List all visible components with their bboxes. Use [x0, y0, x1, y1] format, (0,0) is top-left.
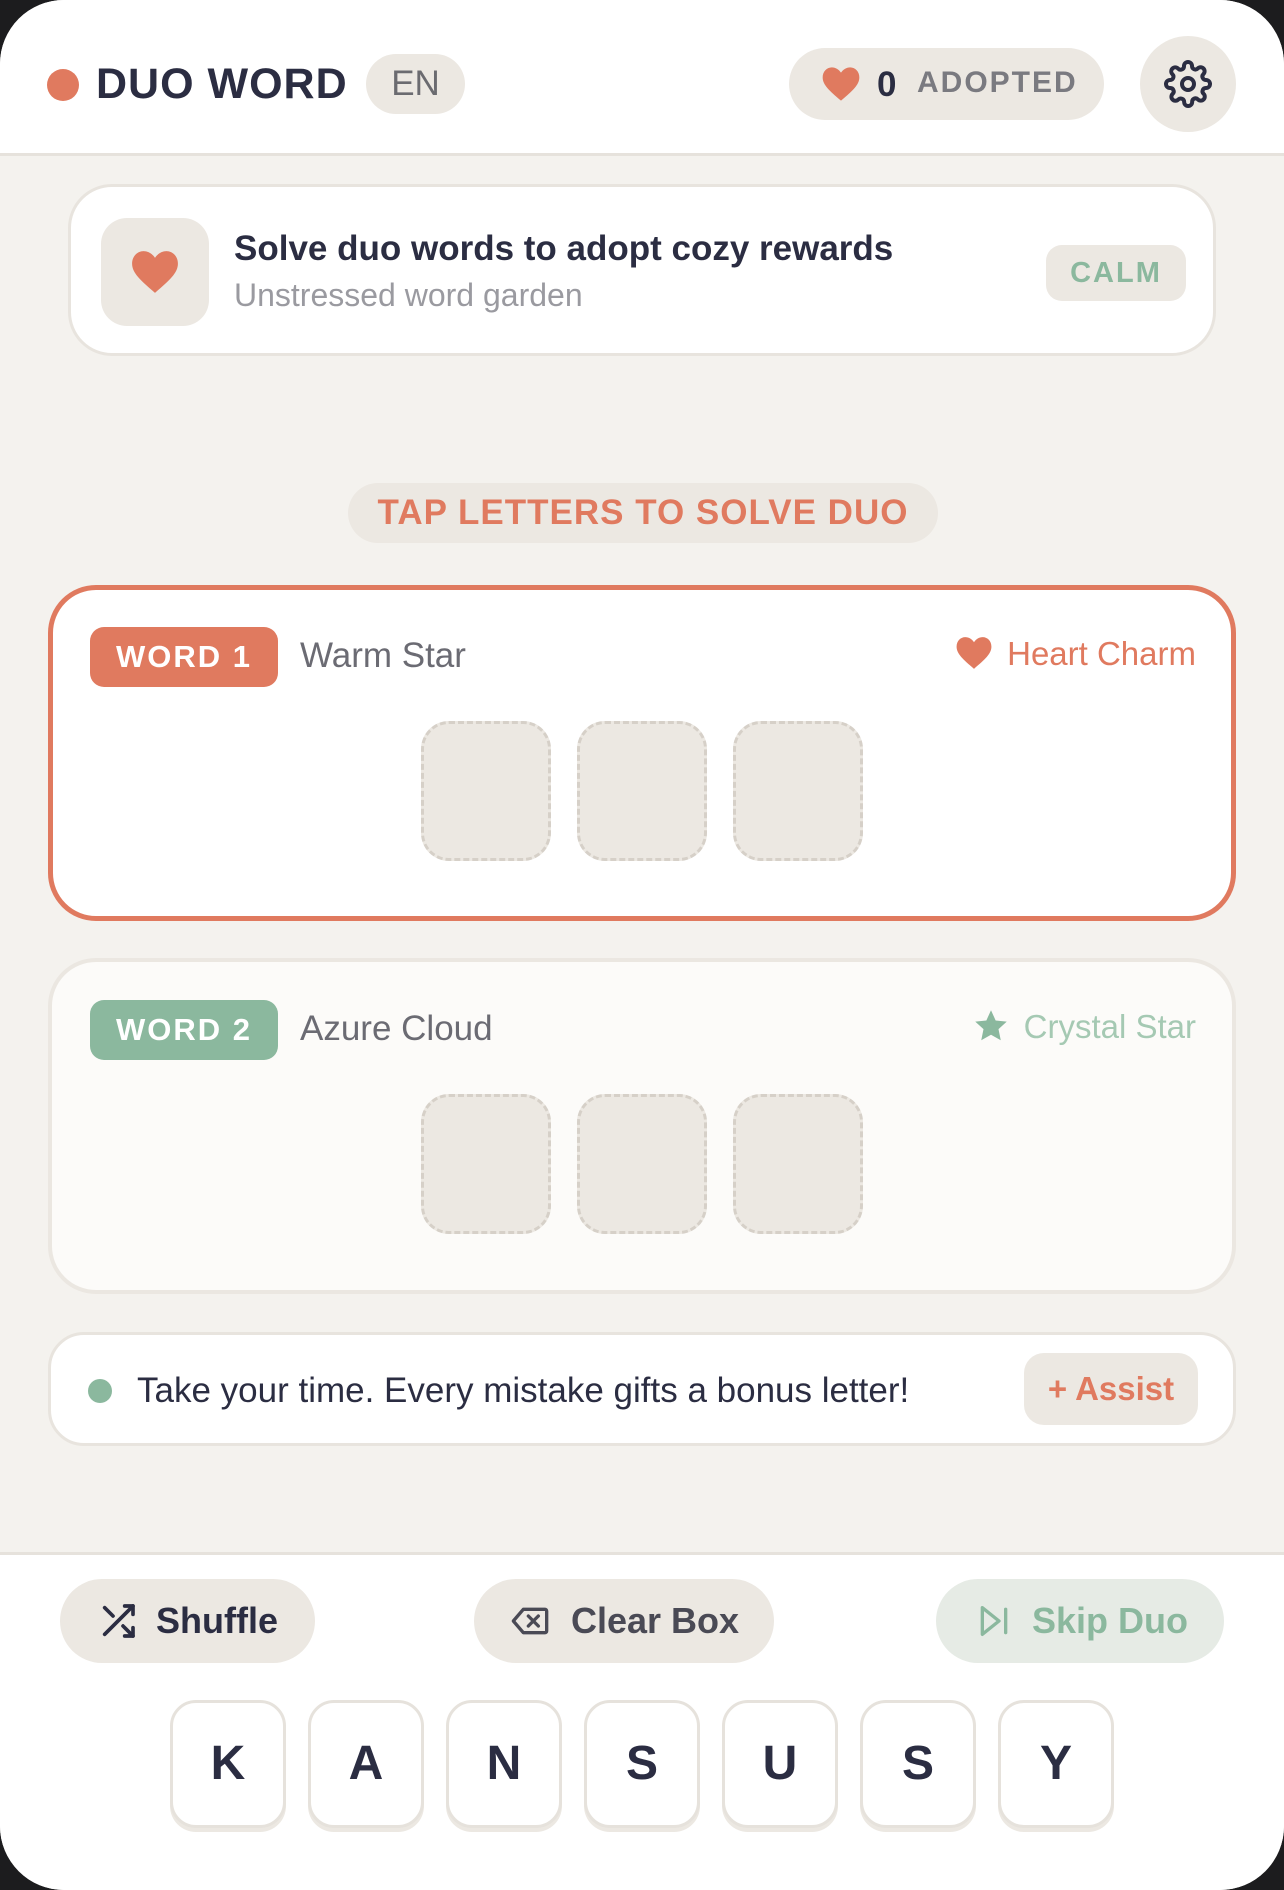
letter-slot[interactable] [577, 1094, 707, 1234]
shuffle-label: Shuffle [156, 1600, 278, 1641]
clear-box-button[interactable]: Clear Box [474, 1579, 774, 1663]
clear-box-label: Clear Box [571, 1600, 740, 1641]
skip-duo-button[interactable]: Skip Duo [936, 1579, 1224, 1663]
letter-key[interactable]: K [170, 1700, 286, 1828]
word-clue: Warm Star [300, 636, 466, 675]
reward-banner: Solve duo words to adopt cozy rewards Un… [68, 184, 1216, 356]
letter-key[interactable]: N [446, 1700, 562, 1828]
mode-badge: CALM [1046, 245, 1186, 301]
letter-slot[interactable] [421, 721, 551, 861]
adopted-counter: 0 ADOPTED [789, 48, 1104, 120]
letter-key[interactable]: Y [998, 1700, 1114, 1828]
gear-icon [1164, 60, 1212, 108]
settings-button[interactable] [1140, 36, 1236, 132]
app-screen: DUO WORD EN 0 ADOPTED Solve duo words to… [0, 0, 1284, 1890]
reward-label: Heart Charm [1007, 635, 1196, 672]
heart-icon [822, 67, 860, 101]
brand-dot-icon [47, 69, 79, 101]
shuffle-icon [102, 1604, 135, 1638]
hint-text: Take your time. Every mistake gifts a bo… [137, 1371, 910, 1410]
skip-icon [980, 1606, 1008, 1636]
shuffle-button[interactable]: Shuffle [60, 1579, 315, 1663]
letter-key[interactable]: U [722, 1700, 838, 1828]
letter-slot[interactable] [577, 721, 707, 861]
app-title: DUO WORD [96, 60, 348, 108]
word-badge: WORD 2 [90, 1000, 278, 1060]
banner-icon-tile [101, 218, 209, 326]
assist-button[interactable]: + Assist [1024, 1353, 1198, 1425]
heart-icon [956, 637, 992, 669]
top-bar: DUO WORD EN 0 ADOPTED [0, 0, 1284, 156]
instruction-pill: TAP LETTERS TO SOLVE DUO [348, 483, 938, 543]
banner-subtitle: Unstressed word garden [234, 277, 583, 313]
hint-bar: Take your time. Every mistake gifts a bo… [48, 1332, 1236, 1446]
language-button[interactable]: EN [366, 54, 465, 114]
word-clue: Azure Cloud [300, 1009, 493, 1048]
status-dot-icon [88, 1379, 112, 1403]
word-badge: WORD 1 [90, 627, 278, 687]
letter-slot[interactable] [733, 1094, 863, 1234]
keyboard-panel: Shuffle Clear Box Skip Duo K A N S U S Y [0, 1552, 1284, 1890]
adopted-label: ADOPTED [917, 66, 1078, 99]
letter-key[interactable]: A [308, 1700, 424, 1828]
adopted-count: 0 [877, 65, 897, 104]
heart-icon [132, 251, 178, 293]
letter-key[interactable]: S [584, 1700, 700, 1828]
star-icon [974, 1010, 1007, 1041]
letter-key[interactable]: S [860, 1700, 976, 1828]
word-card-2[interactable]: WORD 2 Azure Cloud Crystal Star [48, 958, 1236, 1294]
word-reward: Crystal Star [974, 1005, 1196, 1049]
reward-label: Crystal Star [1023, 1008, 1196, 1045]
skip-duo-label: Skip Duo [1032, 1600, 1189, 1641]
word-reward: Heart Charm [956, 632, 1196, 676]
letter-slot[interactable] [733, 721, 863, 861]
backspace-icon [511, 1607, 549, 1635]
word-card-1[interactable]: WORD 1 Warm Star Heart Charm [48, 585, 1236, 921]
letter-slot[interactable] [421, 1094, 551, 1234]
banner-title: Solve duo words to adopt cozy rewards [234, 229, 894, 268]
